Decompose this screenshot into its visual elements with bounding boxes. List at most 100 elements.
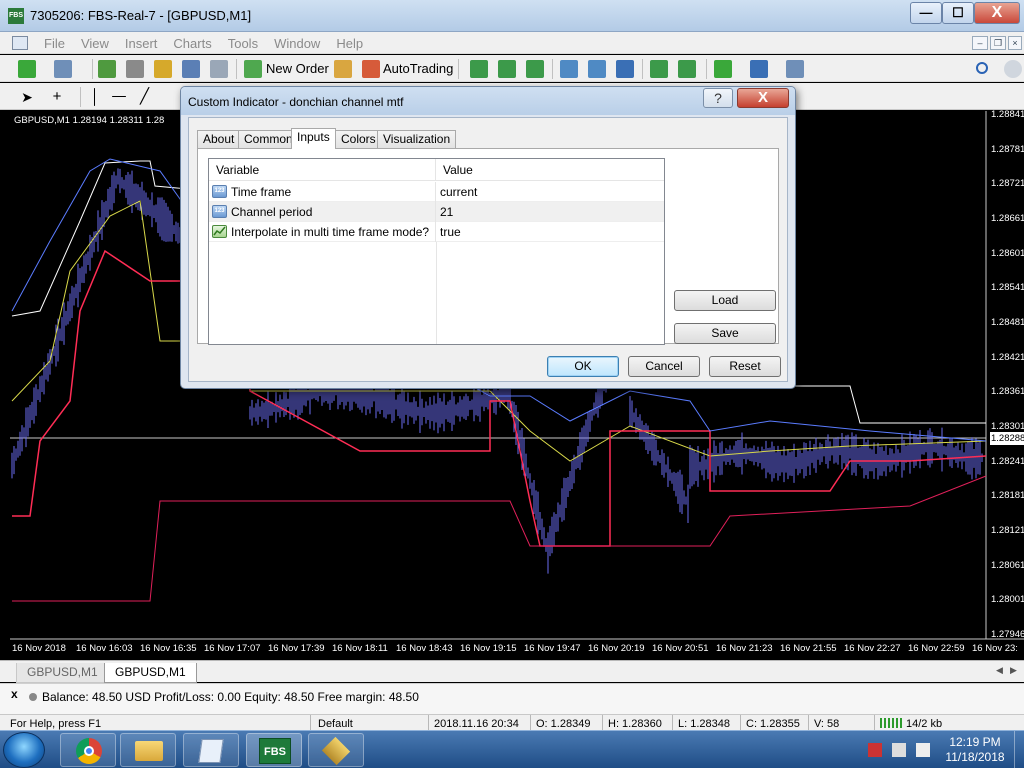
time-tick-label: 16 Nov 19:47 <box>524 643 581 654</box>
zoom-out-icon[interactable] <box>588 60 606 78</box>
show-desktop-button[interactable] <box>1014 731 1024 768</box>
inputs-table: Variable Value 123 Time frame current 12… <box>208 158 665 345</box>
cancel-button[interactable]: Cancel <box>628 356 700 377</box>
input-row[interactable]: 123 Channel period 21 <box>209 202 664 222</box>
column-header-value[interactable]: Value <box>436 159 664 181</box>
candlestick-icon[interactable] <box>498 60 516 78</box>
menu-window[interactable]: Window <box>266 36 328 51</box>
tab-scroll-right-icon[interactable]: ▶ <box>1010 665 1017 676</box>
mdi-close-button[interactable]: × <box>1008 36 1022 50</box>
profiles-icon[interactable] <box>54 60 72 78</box>
toolbar-divider <box>458 59 459 79</box>
taskbar-notepad[interactable] <box>183 733 239 767</box>
input-row[interactable]: 123 Time frame current <box>209 182 664 202</box>
tile-windows-icon[interactable] <box>616 60 634 78</box>
new-order-button[interactable]: New Order <box>266 61 329 76</box>
menu-view[interactable]: View <box>73 36 117 51</box>
maximize-button[interactable]: ☐ <box>942 2 974 24</box>
taskbar-explorer[interactable] <box>120 733 176 767</box>
chart-shift-icon[interactable] <box>678 60 696 78</box>
mdi-restore-button[interactable]: ❐ <box>990 36 1006 50</box>
clock-time: 12:19 PM <box>949 735 1001 749</box>
horizontal-line-icon[interactable] <box>112 96 126 97</box>
tab-visualization[interactable]: Visualization <box>377 130 457 149</box>
metatrader-window: FBS 7305206: FBS-Real-7 - [GBPUSD,M1] — … <box>0 0 1024 768</box>
terminal-close-button[interactable]: x <box>11 687 18 701</box>
tab-scroll-left-icon[interactable]: ◀ <box>996 665 1003 676</box>
zoom-in-icon[interactable] <box>560 60 578 78</box>
load-button[interactable]: Load <box>674 290 776 311</box>
toolbar-divider <box>552 59 553 79</box>
periods-icon[interactable] <box>750 60 768 78</box>
taskbar-chrome[interactable] <box>60 733 116 767</box>
tab-inputs[interactable]: Inputs <box>291 128 336 149</box>
menu-tools[interactable]: Tools <box>220 36 266 51</box>
volume-icon[interactable] <box>916 743 930 757</box>
chart-tab-active[interactable]: GBPUSD,M1 <box>104 663 197 683</box>
toolbar-divider <box>706 59 707 79</box>
menu-insert[interactable]: Insert <box>117 36 166 51</box>
inputs-panel: Variable Value 123 Time frame current 12… <box>197 148 779 345</box>
price-tick-label: 1.28241 <box>991 455 1024 467</box>
chart-window-icon[interactable] <box>12 36 28 50</box>
price-tick-label: 1.28181 <box>991 490 1024 502</box>
vertical-line-icon[interactable] <box>94 88 95 106</box>
minimize-button[interactable]: — <box>910 2 942 24</box>
taskbar-app[interactable] <box>308 733 364 767</box>
cursor-icon[interactable]: ➤ <box>18 88 36 106</box>
navigator-icon[interactable] <box>154 60 172 78</box>
menu-file[interactable]: File <box>36 36 73 51</box>
new-order-icon[interactable] <box>244 60 262 78</box>
menu-charts[interactable]: Charts <box>165 36 219 51</box>
taskbar-fbs[interactable]: FBS <box>246 733 302 767</box>
input-value[interactable]: true <box>437 222 664 242</box>
chart-tab[interactable]: GBPUSD,M1 <box>16 663 109 683</box>
indicators-icon[interactable] <box>714 60 732 78</box>
menu-help[interactable]: Help <box>328 36 371 51</box>
input-row[interactable]: Interpolate in multi time frame mode? tr… <box>209 222 664 242</box>
mdi-minimize-button[interactable]: – <box>972 36 988 50</box>
terminal-icon[interactable] <box>182 60 200 78</box>
reset-button[interactable]: Reset <box>709 356 781 377</box>
scroll-chart-icon[interactable] <box>650 60 668 78</box>
ok-button[interactable]: OK <box>547 356 619 377</box>
input-value[interactable]: 21 <box>437 202 664 222</box>
tab-common[interactable]: Common <box>238 130 299 149</box>
tab-colors[interactable]: Colors <box>335 130 382 149</box>
templates-icon[interactable] <box>786 60 804 78</box>
dialog-help-button[interactable]: ? <box>703 88 733 108</box>
data-window-icon[interactable] <box>126 60 144 78</box>
dialog-close-button[interactable]: X <box>737 88 789 108</box>
action-center-flag-icon[interactable] <box>868 743 882 757</box>
time-tick-label: 16 Nov 17:39 <box>268 643 325 654</box>
line-chart-icon[interactable] <box>526 60 544 78</box>
search-icon[interactable] <box>976 62 988 74</box>
status-profile: Default <box>318 718 353 730</box>
custom-indicator-dialog: Custom Indicator - donchian channel mtf … <box>180 86 796 389</box>
strategy-tester-icon[interactable] <box>210 60 228 78</box>
time-tick-label: 16 Nov 21:55 <box>780 643 837 654</box>
column-header-variable[interactable]: Variable <box>209 159 436 181</box>
close-button[interactable]: X <box>974 2 1020 24</box>
market-watch-icon[interactable] <box>98 60 116 78</box>
current-price-label: 1.28288 <box>990 432 1024 445</box>
start-button[interactable] <box>3 732 45 768</box>
autotrading-button[interactable]: AutoTrading <box>383 61 453 76</box>
chat-icon[interactable] <box>1004 60 1022 78</box>
save-button[interactable]: Save <box>674 323 776 344</box>
tab-about[interactable]: About <box>197 130 241 149</box>
crosshair-icon[interactable]: + <box>48 88 66 106</box>
notepad-icon <box>198 739 224 763</box>
clock[interactable]: 12:19 PM 11/18/2018 <box>940 735 1010 765</box>
bar-chart-icon[interactable] <box>470 60 488 78</box>
autotrading-icon[interactable] <box>362 60 380 78</box>
status-divider <box>740 715 741 730</box>
time-tick-label: 16 Nov 22:27 <box>844 643 901 654</box>
metaeditor-icon[interactable] <box>334 60 352 78</box>
network-icon[interactable] <box>892 743 906 757</box>
new-chart-icon[interactable] <box>18 60 36 78</box>
trendline-icon[interactable]: ╱ <box>140 88 158 106</box>
chart-symbol-info: GBPUSD,M1 1.28194 1.28311 1.28 <box>14 115 165 126</box>
input-value[interactable]: current <box>437 182 664 202</box>
status-divider <box>672 715 673 730</box>
